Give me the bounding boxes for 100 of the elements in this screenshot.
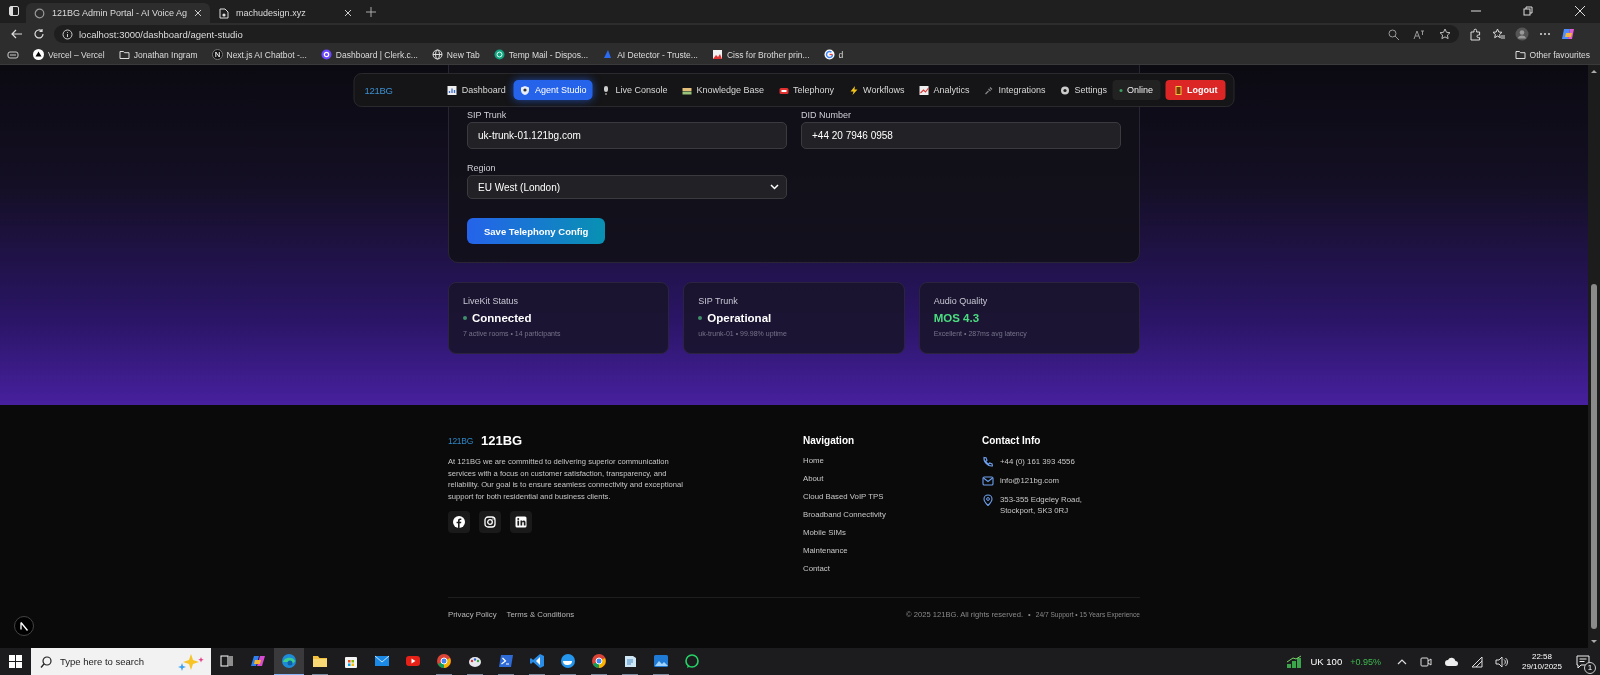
lightning-icon [848,84,860,96]
zoom-icon[interactable] [1388,28,1399,40]
reading-mode-icon[interactable] [7,49,19,60]
dev-tools-icon[interactable] [14,616,34,636]
puzzle-icon[interactable] [1469,27,1482,41]
bookmark[interactable]: Jonathan Ingram [118,49,198,60]
target-icon [493,49,505,60]
envelope-icon [982,475,994,487]
field-label: Region [467,163,497,173]
wedge-icon [602,49,614,60]
folder-icon [1514,49,1526,60]
loading-icon [34,7,45,19]
bookmark[interactable]: New Tab [431,49,480,60]
status-value: Connected [472,312,532,324]
back-icon[interactable] [11,28,23,40]
ticker-change: +0.95% [1350,656,1381,667]
status-dot-icon [698,316,703,320]
refresh-icon[interactable] [33,28,45,40]
meeting-icon[interactable] [1418,655,1432,668]
field-label: SIP Trunk [467,110,508,120]
restore-icon[interactable] [1523,6,1533,16]
facebook-icon[interactable] [453,516,465,528]
nav-tab[interactable]: Telephony [772,80,841,100]
online-status: Online [1113,80,1160,100]
other-favourites[interactable]: Other favourites [1514,49,1590,60]
new-tab-icon[interactable] [366,7,377,17]
logout-button[interactable]: Logout [1165,80,1226,100]
cloud-icon[interactable] [1443,655,1458,668]
scroll-down-icon[interactable] [1590,639,1598,645]
chevron-down-icon [770,184,779,190]
triangle-icon [33,49,44,60]
scrollbar-thumb[interactable] [1591,284,1597,629]
bookmark[interactable]: Ciss for Brother prin... [711,49,810,60]
nav-tab[interactable]: Live Console [594,80,674,100]
browser-icon[interactable] [273,647,304,675]
search-icon [40,655,52,668]
nav-tab[interactable]: Workflows [842,80,911,100]
copilot-icon[interactable] [1561,27,1575,41]
speaker-icon[interactable] [1494,654,1508,669]
text-field[interactable]: +44 20 7946 0958 [801,122,1121,149]
nav-tab[interactable]: Knowledge Base [675,80,770,100]
phone-icon [982,456,994,468]
scrollbar[interactable] [1588,65,1600,648]
status-label: LiveKit Status [463,296,520,306]
region-dropdown[interactable]: EU West (London) [467,175,787,199]
bookmark[interactable]: d [823,49,844,60]
search-field[interactable]: Type here to search [60,656,169,667]
avatar-icon[interactable] [1515,27,1529,41]
linkedin-icon[interactable] [515,516,527,528]
info-icon[interactable] [62,28,73,40]
status-value: Operational [707,312,772,324]
status-dot-icon [1120,88,1123,92]
location-pin-icon [982,494,994,506]
n-circle-icon [211,49,223,60]
bookmark[interactable]: Vercel – Vercel [33,49,105,60]
sidebar-icon[interactable] [8,5,20,17]
sparkle-icon [177,652,205,671]
browser-tab[interactable]: machudesign.xyz [210,3,361,23]
chevron-up-icon[interactable] [1396,657,1407,666]
bookmark[interactable]: Next.js AI Chatbot -... [211,49,307,60]
gear-icon [1059,84,1071,96]
clock[interactable]: 22:58 29/10/2025 [1521,651,1562,672]
nav-tab[interactable]: Analytics [912,80,976,100]
status-label: SIP Trunk [698,296,739,306]
status-label: Audio Quality [933,296,989,306]
door-icon [1173,84,1183,96]
nav-tab[interactable]: Settings [1053,80,1113,100]
ticker-name: UK 100 [1310,656,1343,667]
field-label: DID Number [801,110,852,120]
ring-icon [320,49,332,60]
scroll-up-icon[interactable] [1590,68,1598,74]
nav-tab[interactable]: Dashboard [440,80,512,100]
close-icon[interactable] [1575,6,1585,16]
brand-name: 121BG [480,433,523,448]
g-circle-icon [823,49,835,60]
nav-tab[interactable]: Agent Studio [513,80,593,100]
start-button[interactable] [9,655,22,668]
bookmark[interactable]: Dashboard | Clerk.c... [320,49,418,60]
address-field[interactable]: localhost:3000/dashboard/agent-studio [79,28,379,40]
favorites-icon[interactable] [1492,28,1505,40]
close-icon[interactable] [194,9,203,17]
instagram-icon[interactable] [484,516,496,528]
bookmark[interactable]: Temp Mail - Dispos... [493,49,589,60]
close-icon[interactable] [344,9,353,17]
text-field[interactable]: uk-trunk-01.121bg.com [467,122,787,149]
star-icon[interactable] [1439,28,1451,40]
read-aloud-icon[interactable] [1413,28,1425,40]
browser-tab[interactable]: 121BG Admin Portal - AI Voice Ag [26,3,211,23]
more-icon[interactable] [1539,32,1551,36]
notification-icon[interactable] [1576,654,1590,669]
notification-count: 1 [1584,661,1596,674]
bookmark[interactable]: AI Detector - Truste... [602,49,698,60]
nav-tab[interactable]: Integrations [977,80,1052,100]
shield-icon [519,84,531,96]
column-heading: Navigation [803,435,855,446]
bar-chart-icon [446,84,458,96]
save-button[interactable]: Save Telephony Config [467,218,606,244]
trend-chart-icon[interactable] [1286,654,1303,669]
globe-icon [431,49,443,60]
logo-mark: 121BG [448,435,473,446]
